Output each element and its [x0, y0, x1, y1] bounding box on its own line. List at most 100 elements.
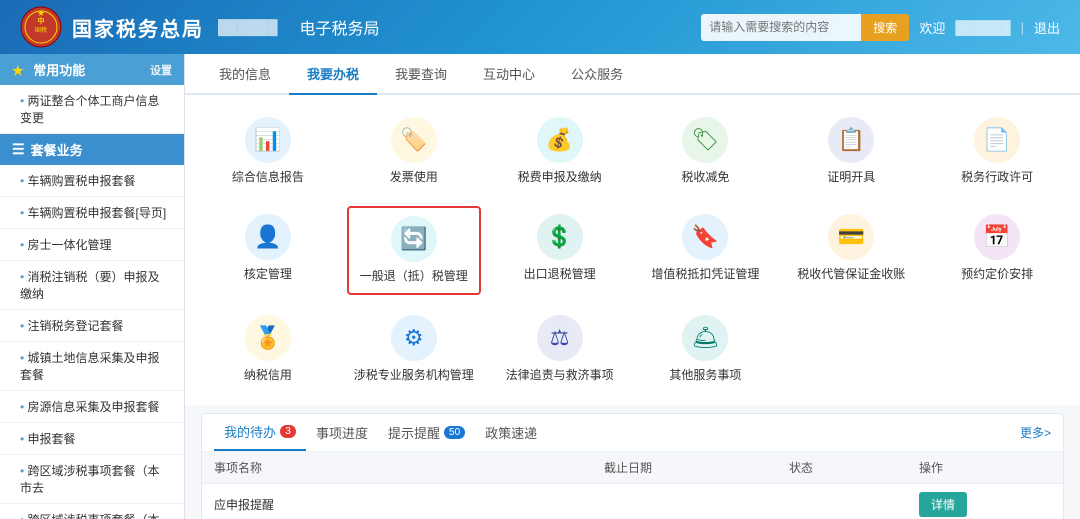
tab-my-todo[interactable]: 我的待办 3	[214, 414, 306, 451]
search-box: 搜索	[701, 14, 909, 41]
header-right: 搜索 欢迎 ██████ | 退出	[701, 14, 1060, 41]
tax-credit-label: 纳税信用	[244, 367, 292, 384]
sidebar-item-report[interactable]: 申报套餐	[0, 423, 184, 455]
sidebar-item-tax-cancel[interactable]: 消税注销税（要）申报及缴纳	[0, 261, 184, 310]
app-subtitle: 电子税务局	[300, 15, 380, 39]
tab-reminders[interactable]: 提示提醒 50	[378, 415, 475, 450]
sidebar-common-label: ★ 常用功能	[12, 60, 85, 79]
general-refund-label: 一般退（抵）税管理	[360, 268, 468, 285]
service-tax-reduction[interactable]: 🏷 税收减免	[638, 109, 772, 194]
service-tax-deposit[interactable]: 💳 税收代管保证金收账	[784, 206, 918, 295]
detail-button-1[interactable]: 详情	[919, 492, 967, 517]
legal-icon: ⚖	[537, 315, 583, 361]
sidebar-package-header: ☰ 套餐业务	[0, 134, 184, 165]
service-legal[interactable]: ⚖ 法律追责与救济事项	[493, 307, 627, 392]
logout-link[interactable]: 退出	[1034, 18, 1060, 37]
row1-name: 应申报提醒	[202, 484, 592, 519]
service-tax-declare[interactable]: 💰 税费申报及缴纳	[493, 109, 627, 194]
service-export-refund[interactable]: 💲 出口退税管理	[493, 206, 627, 295]
service-appointment[interactable]: 📅 预约定价安排	[930, 206, 1064, 295]
reminders-label: 提示提醒	[388, 423, 440, 442]
welcome-text: 欢迎	[919, 18, 945, 37]
verify-label: 核定管理	[244, 266, 292, 283]
col-deadline: 截止日期	[592, 452, 777, 484]
tab-my-query[interactable]: 我要查询	[377, 54, 465, 95]
tab-public[interactable]: 公众服务	[553, 54, 641, 95]
org-name-placeholder: ██████	[218, 19, 278, 35]
comprehensive-icon: 📊	[245, 117, 291, 163]
service-tax-credit[interactable]: 🏅 纳税信用	[201, 307, 335, 392]
tax-reduction-label: 税收减免	[681, 169, 729, 186]
other-label: 其他服务事项	[669, 367, 741, 384]
other-icon: 🛎	[682, 315, 728, 361]
sidebar-setting[interactable]: 设置	[150, 62, 172, 78]
header: 中 国税 国家税务总局 ██████ 电子税务局 搜索 欢迎 ██████ | …	[0, 0, 1080, 54]
col-status: 状态	[777, 452, 907, 484]
table-row: 应申报提醒 详情	[202, 484, 1063, 519]
export-refund-label: 出口退税管理	[524, 266, 596, 283]
export-refund-icon: 💲	[537, 214, 583, 260]
my-todo-badge: 3	[280, 425, 296, 438]
tax-declare-icon: 💰	[537, 117, 583, 163]
logo-emblem: 中 国税	[20, 6, 62, 48]
service-tax-permit[interactable]: 📄 税务行政许可	[930, 109, 1064, 194]
tab-interact[interactable]: 互动中心	[465, 54, 553, 95]
search-button[interactable]: 搜索	[861, 14, 909, 41]
sidebar-item-cross-area-2[interactable]: 跨区域涉税事项套餐（本市跨	[0, 504, 184, 519]
star-icon: ★	[12, 63, 24, 78]
sidebar: ★ 常用功能 设置 两证整合个体工商户信息变更 ☰ 套餐业务 车辆购置税申报套餐…	[0, 54, 185, 519]
tax-permit-icon: 📄	[974, 117, 1020, 163]
vat-cert-label: 增值税抵扣凭证管理	[651, 266, 759, 283]
sidebar-item-two-cert[interactable]: 两证整合个体工商户信息变更	[0, 85, 184, 134]
service-comprehensive[interactable]: 📊 综合信息报告	[201, 109, 335, 194]
verify-icon: 👤	[245, 214, 291, 260]
sidebar-common-header: ★ 常用功能 设置	[0, 54, 184, 85]
service-grid: 📊 综合信息报告 🏷️ 发票使用 💰 税费申报及缴纳 🏷 税收减免 📋 证明开具	[185, 95, 1080, 405]
sidebar-item-cross-area-1[interactable]: 跨区域涉税事项套餐（本市去	[0, 455, 184, 504]
service-general-refund[interactable]: 🔄 一般退（抵）税管理	[347, 206, 481, 295]
sidebar-item-house-manage[interactable]: 房士一体化管理	[0, 229, 184, 261]
sidebar-item-house-info[interactable]: 房源信息采集及申报套餐	[0, 391, 184, 423]
invoice-label: 发票使用	[390, 169, 438, 186]
invoice-icon: 🏷️	[391, 117, 437, 163]
service-tax-agency[interactable]: ⚙ 涉税专业服务机构管理	[347, 307, 481, 392]
sidebar-item-land-info[interactable]: 城镇土地信息采集及申报套餐	[0, 342, 184, 391]
tax-deposit-icon: 💳	[828, 214, 874, 260]
svg-text:国税: 国税	[35, 26, 47, 34]
service-invoice[interactable]: 🏷️ 发票使用	[347, 109, 481, 194]
todo-section: 我的待办 3 事项进度 提示提醒 50 政策速递 更多> 事项名称	[201, 413, 1064, 519]
service-verify[interactable]: 👤 核定管理	[201, 206, 335, 295]
package-icon: ☰	[12, 141, 25, 158]
main-tabs: 我的信息 我要办税 我要查询 互动中心 公众服务	[185, 54, 1080, 95]
appointment-label: 预约定价安排	[961, 266, 1033, 283]
tab-my-tax[interactable]: 我要办税	[289, 54, 377, 95]
sidebar-item-vehicle-tax[interactable]: 车辆购置税申报套餐	[0, 165, 184, 197]
svg-text:中: 中	[38, 16, 45, 25]
tax-agency-icon: ⚙	[391, 315, 437, 361]
tax-agency-label: 涉税专业服务机构管理	[354, 367, 474, 384]
service-other[interactable]: 🛎 其他服务事项	[638, 307, 772, 392]
tab-my-info[interactable]: 我的信息	[201, 54, 289, 95]
logo-area: 中 国税 国家税务总局 ██████ 电子税务局	[20, 6, 380, 48]
username-display: ██████	[955, 20, 1010, 35]
tax-declare-label: 税费申报及缴纳	[518, 169, 602, 186]
sidebar-item-deregister[interactable]: 注销税务登记套餐	[0, 310, 184, 342]
tab-policy[interactable]: 政策速递	[475, 415, 547, 450]
my-todo-label: 我的待办	[224, 422, 276, 441]
row1-status	[777, 484, 907, 519]
col-action: 操作	[907, 452, 1063, 484]
tab-progress[interactable]: 事项进度	[306, 415, 378, 450]
search-input[interactable]	[701, 16, 861, 38]
todo-more-link[interactable]: 更多>	[1020, 424, 1051, 441]
row1-action: 详情	[907, 484, 1063, 519]
main-layout: ★ 常用功能 设置 两证整合个体工商户信息变更 ☰ 套餐业务 车辆购置税申报套餐…	[0, 54, 1080, 519]
col-name: 事项名称	[202, 452, 592, 484]
tax-reduction-icon: 🏷	[682, 117, 728, 163]
sidebar-item-vehicle-tax-nav[interactable]: 车辆购置税申报套餐[导页]	[0, 197, 184, 229]
service-cert-open[interactable]: 📋 证明开具	[784, 109, 918, 194]
service-vat-cert[interactable]: 🔖 增值税抵扣凭证管理	[638, 206, 772, 295]
general-refund-icon: 🔄	[391, 216, 437, 262]
todo-table: 事项名称 截止日期 状态 操作 应申报提醒 详情	[202, 452, 1063, 519]
reminders-badge: 50	[444, 426, 465, 439]
appointment-icon: 📅	[974, 214, 1020, 260]
